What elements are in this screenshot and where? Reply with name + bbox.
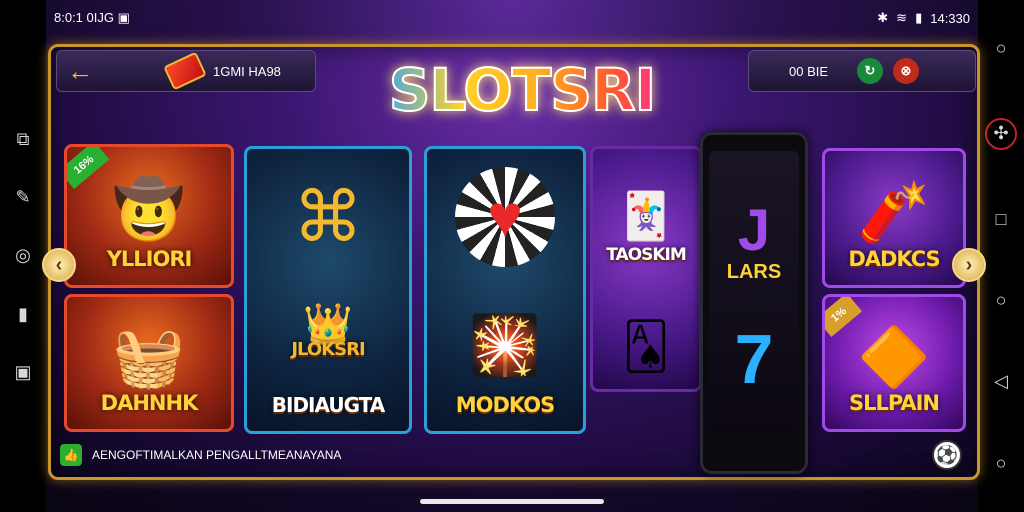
game-card-yllriori[interactable]: 16% 🤠 YLLIORI	[64, 144, 234, 288]
game-mode-icon[interactable]: ▮	[11, 302, 35, 326]
wifi-icon: ≋	[896, 10, 908, 25]
cowboy-icon: 🤠	[112, 177, 186, 243]
game-card-dadkcs[interactable]: 🧨 DADKCS	[822, 148, 966, 288]
game-title: DAHNHK	[100, 391, 199, 415]
top-left-label: 1GMI HA98	[213, 63, 281, 79]
left-system-bar: ⧉ ✎ ◎ ▮ ▣	[0, 0, 46, 512]
bonus-badge: 16%	[67, 147, 110, 189]
clock: 14:330	[930, 10, 970, 26]
status-bar: 8:0:1 0IJG ▣ ✱ ≋ ▮ 14:330	[46, 0, 978, 36]
thumbs-up-icon[interactable]: 👍	[60, 444, 82, 466]
game-title: DADKCS	[848, 247, 940, 271]
game-title: BIDIAUGTA	[271, 393, 385, 417]
back-button[interactable]: ◁	[989, 370, 1013, 394]
phone-screen: J LARS 7	[709, 151, 799, 437]
bluetooth-icon: ✱	[877, 10, 889, 25]
home-button[interactable]: ○	[989, 289, 1013, 313]
battery-icon: ▮	[915, 10, 923, 25]
record-icon[interactable]: ◎	[11, 244, 35, 268]
gamepad-icon[interactable]: ✣	[985, 117, 1017, 150]
roulette-heart-icon: ♥	[455, 166, 555, 267]
right-system-bar: ○ ✣ □ ○ ◁ ○	[978, 0, 1024, 512]
soccer-ball-icon[interactable]: ⚽	[932, 440, 962, 470]
dial-icon: ⌘	[293, 177, 363, 256]
phone-card[interactable]: J LARS 7	[700, 132, 808, 474]
emblem-label: JLOKSRI	[291, 339, 365, 360]
menu-icon[interactable]: ○	[989, 451, 1013, 475]
gold-bar-icon: 🔶	[857, 324, 931, 390]
game-title: SLLPAIN	[849, 391, 940, 415]
edit-icon[interactable]: ✎	[11, 186, 35, 210]
close-icon[interactable]: ⊗	[893, 58, 919, 84]
prev-arrow-button[interactable]: ‹	[42, 248, 76, 282]
refresh-icon[interactable]: ↻	[857, 58, 883, 84]
game-title: TAOSKIM	[606, 245, 687, 265]
ticket-icon	[163, 51, 207, 91]
letter-j-icon: J	[737, 197, 771, 263]
game-card-dahnhk[interactable]: 🧺 DAHNHK	[64, 294, 234, 432]
seven-icon: 7	[734, 320, 774, 398]
barrel-icon: 🧨	[857, 179, 931, 245]
playing-cards-icon: 🂡	[622, 319, 670, 372]
game-card-roulette[interactable]: ♥ 🎇 MODKOS	[424, 146, 586, 434]
game-title: YLLIORI	[106, 247, 193, 271]
game-card-dial[interactable]: ⌘ 👑 JLOKSRI BIDIAUGTA	[244, 146, 412, 434]
gesture-home-bar[interactable]	[420, 499, 604, 504]
settings-icon[interactable]: ▣	[11, 361, 35, 385]
top-right-label: 00 BIE	[789, 63, 829, 79]
app-logo: SLOTSRI	[372, 50, 672, 130]
status-left-text: 8:0:1 0IJG ▣	[54, 10, 130, 25]
circle-icon[interactable]: ○	[989, 37, 1013, 61]
game-card-sllpain[interactable]: 1% 🔶 SLLPAIN	[822, 294, 966, 432]
cards-stack-icon: 🃏	[617, 189, 675, 242]
ticker-text: AENGOFTIMALKAN PENGALLTMEANAYANA	[92, 448, 342, 462]
bonus-badge: 1%	[825, 297, 862, 338]
arrow-left-icon[interactable]: ←	[67, 56, 97, 87]
screenshot-icon[interactable]: ⧉	[11, 127, 35, 151]
recents-button[interactable]: □	[989, 207, 1013, 231]
game-title: MODKOS	[455, 393, 555, 417]
firecracker-icon: 🎇	[468, 313, 542, 379]
game-card-taoskim[interactable]: 🃏 TAOSKIM 🂡	[590, 146, 702, 392]
game-title: LARS	[726, 261, 782, 283]
top-right-panel: 00 BIE ↻ ⊗	[748, 50, 976, 92]
next-arrow-button[interactable]: ›	[952, 248, 986, 282]
basket-icon: 🧺	[112, 324, 186, 390]
top-left-panel: ← 1GMI HA98	[56, 50, 316, 92]
news-ticker: 👍 AENGOFTIMALKAN PENGALLTMEANAYANA	[60, 440, 620, 470]
screen: ⧉ ✎ ◎ ▮ ▣ ○ ✣ □ ○ ◁ ○ 8:0:1 0IJG ▣ ✱ ≋ ▮…	[0, 0, 1024, 512]
